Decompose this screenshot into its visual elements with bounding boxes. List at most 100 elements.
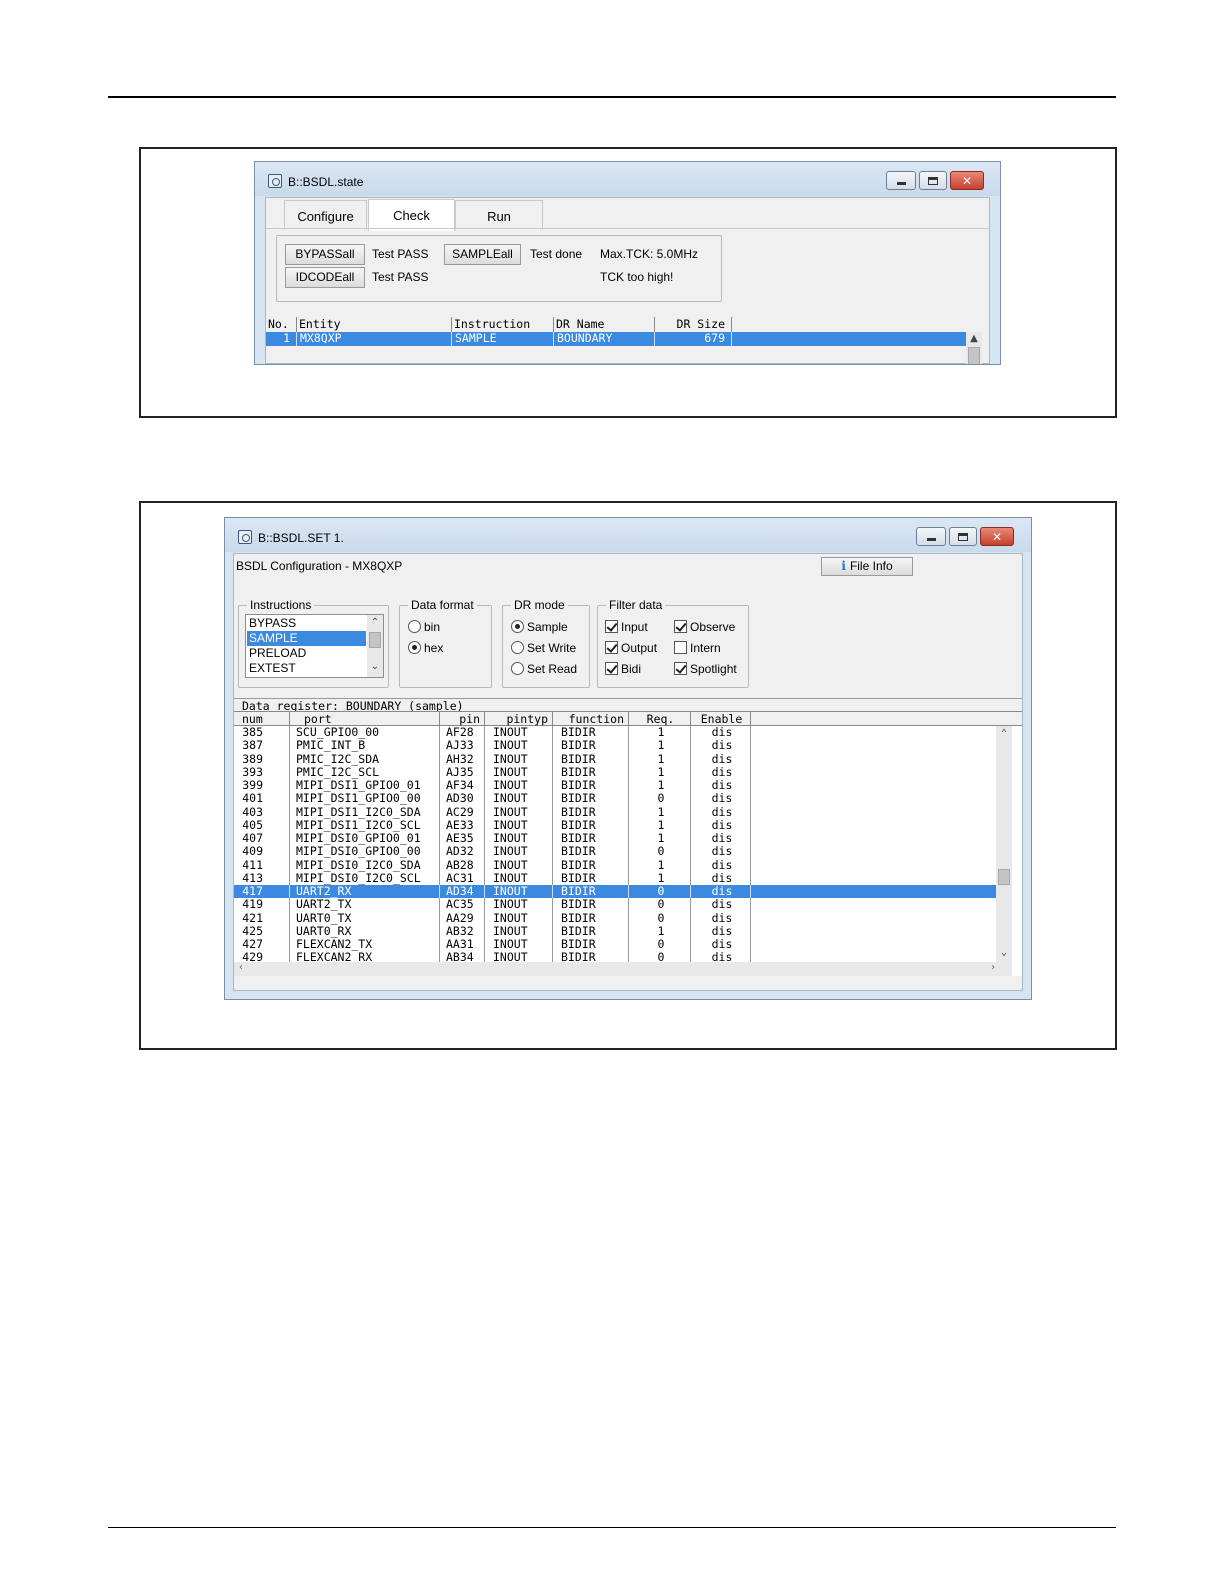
chevron-up-icon[interactable]: ⌃ [996,729,1012,739]
close-button[interactable]: ✕ [980,527,1014,546]
scroll-thumb[interactable] [369,632,381,648]
col-header-entity[interactable]: Entity [297,317,452,332]
col-header-dr-size[interactable]: DR Size [655,317,732,332]
table-row[interactable]: 385 SCU_GPIO0_00 AF28 INOUT BIDIR 1 dis [234,725,996,740]
cell-pintyp: INOUT [485,818,553,832]
tab-run[interactable]: Run [455,200,543,230]
radio-set-read[interactable] [511,662,524,675]
file-info-button[interactable]: i File Info [821,557,913,576]
checkbox-observe[interactable] [674,620,687,633]
radio-set-write-label[interactable]: Set Write [527,641,576,655]
table-row[interactable]: 413 MIPI_DSI0_I2C0_SCL AC31 INOUT BIDIR 1 dis [234,871,996,885]
tab-configure[interactable]: Configure [284,200,367,230]
cell-num: 419 [234,898,290,912]
table-row[interactable]: 387 PMIC_INT_B AJ33 INOUT BIDIR 1 dis [234,739,996,753]
scroll-thumb[interactable] [998,869,1010,885]
entity-table-header: No. Entity Instruction DR Name DR Size [266,317,989,332]
checkbox-output-label[interactable]: Output [621,641,657,655]
chevron-down-icon[interactable]: ⌄ [996,948,1012,958]
checkbox-intern-label[interactable]: Intern [690,641,721,655]
cell-function: BIDIR [553,792,629,806]
checkbox-observe-label[interactable]: Observe [690,620,735,634]
cell-pin: AB32 [440,924,485,938]
checkbox-input-label[interactable]: Input [621,620,648,634]
idcodeall-button[interactable]: IDCODEall [285,267,365,288]
listbox-scrollbar[interactable]: ⌃ ⌄ [367,615,383,677]
scroll-thumb[interactable] [968,347,980,364]
radio-set-read-label[interactable]: Set Read [527,662,577,676]
minimize-button[interactable] [916,527,946,546]
cell-req: 1 [629,858,691,872]
radio-hex[interactable] [408,641,421,654]
table-row[interactable]: 419 UART2_TX AC35 INOUT BIDIR 0 dis [234,898,996,912]
checkbox-bidi[interactable] [605,662,618,675]
maximize-button[interactable] [919,171,947,190]
cell-pin: AD34 [440,884,485,899]
tab-check[interactable]: Check [368,199,455,231]
list-item[interactable]: BYPASS [247,616,366,631]
table-row[interactable]: 421 UART0_TX AA29 INOUT BIDIR 0 dis [234,911,996,925]
cell-pin: AD32 [440,845,485,859]
col-header-no[interactable]: No. [266,317,297,332]
chevron-down-icon[interactable]: ⌄ [367,662,383,672]
grid-vertical-scrollbar[interactable]: ⌃ ⌄ [996,726,1012,962]
table-row[interactable]: 417 UART2_RX AD34 INOUT BIDIR 0 dis [234,884,996,899]
scroll-up-icon[interactable]: ▲ [966,334,982,344]
app-icon[interactable] [238,530,252,544]
table-row[interactable]: 427 FLEXCAN2_TX AA31 INOUT BIDIR 0 dis [234,937,996,952]
table-row[interactable]: 411 MIPI_DSI0_I2C0_SDA AB28 INOUT BIDIR 1 dis [234,858,996,872]
table-row[interactable]: 425 UART0_RX AB32 INOUT BIDIR 1 dis [234,924,996,938]
list-item[interactable]: PRELOAD [247,646,366,661]
close-button[interactable]: ✕ [950,171,984,190]
table-row[interactable]: 399 MIPI_DSI1_GPIO0_01 AF34 INOUT BIDIR 1 dis [234,778,996,793]
cell-req: 1 [629,778,691,793]
grid-horizontal-scrollbar[interactable]: ‹ › [234,962,1012,976]
cell-pin: AJ33 [440,739,485,753]
checkbox-spotlight[interactable] [674,662,687,675]
radio-bin[interactable] [408,620,421,633]
checkbox-spotlight-label[interactable]: Spotlight [690,662,737,676]
chevron-up-icon[interactable]: ⌃ [367,618,383,628]
app-icon[interactable] [268,174,282,188]
chevron-left-icon[interactable]: ‹ [238,962,244,973]
table-row[interactable]: 393 PMIC_I2C_SCL AJ35 INOUT BIDIR 1 dis [234,765,996,779]
bypassall-button[interactable]: BYPASSall [285,244,365,265]
radio-hex-label[interactable]: hex [424,641,443,655]
list-item[interactable]: EXTEST [247,661,366,676]
idcode-result: Test PASS [372,270,429,284]
config-label: BSDL Configuration - MX8QXP [236,559,403,573]
cell-pintyp: INOUT [485,778,553,793]
checkbox-bidi-label[interactable]: Bidi [621,662,641,676]
minimize-button[interactable] [886,171,916,190]
list-item[interactable]: SAMPLE [247,631,366,646]
table-row[interactable]: 405 MIPI_DSI1_I2C0_SCL AE33 INOUT BIDIR 1 dis [234,818,996,832]
sampleall-button[interactable]: SAMPLEall [444,244,521,265]
table-vertical-scrollbar[interactable]: ▲ [966,332,982,364]
chevron-right-icon[interactable]: › [990,962,996,973]
cell-num: 413 [234,871,290,885]
title-bar[interactable]: B::BSDL.state ✕ [255,162,1000,196]
table-row[interactable]: 389 PMIC_I2C_SDA AH32 INOUT BIDIR 1 dis [234,752,996,766]
table-row[interactable]: 403 MIPI_DSI1_I2C0_SDA AC29 INOUT BIDIR 1 dis [234,805,996,819]
radio-set-write[interactable] [511,641,524,654]
title-bar[interactable]: B::BSDL.SET 1. ✕ [225,518,1031,552]
cell-pin: AA31 [440,937,485,952]
data-format-group: Data format bin hex [399,598,492,688]
page-header-rule [108,96,1116,98]
table-row[interactable]: 407 MIPI_DSI0_GPIO0_01 AE35 INOUT BIDIR 1 dis [234,831,996,846]
cell-port: UART0_TX [290,911,440,925]
checkbox-output[interactable] [605,641,618,654]
checkbox-intern[interactable] [674,641,687,654]
radio-sample-label[interactable]: Sample [527,620,568,634]
maximize-button[interactable] [949,527,977,546]
radio-bin-label[interactable]: bin [424,620,440,634]
checkbox-input[interactable] [605,620,618,633]
instructions-listbox[interactable]: BYPASS SAMPLE PRELOAD EXTEST ⌃ ⌄ [245,614,384,678]
cell-req: 0 [629,937,691,952]
table-row[interactable]: 409 MIPI_DSI0_GPIO0_00 AD32 INOUT BIDIR 0 dis [234,845,996,859]
col-header-instruction[interactable]: Instruction [452,317,554,332]
col-header-dr-name[interactable]: DR Name [554,317,655,332]
radio-sample[interactable] [511,620,524,633]
table-row[interactable]: 1 MX8QXP SAMPLE BOUNDARY 679 [266,332,966,346]
table-row[interactable]: 401 MIPI_DSI1_GPIO0_00 AD30 INOUT BIDIR 0 dis [234,792,996,806]
